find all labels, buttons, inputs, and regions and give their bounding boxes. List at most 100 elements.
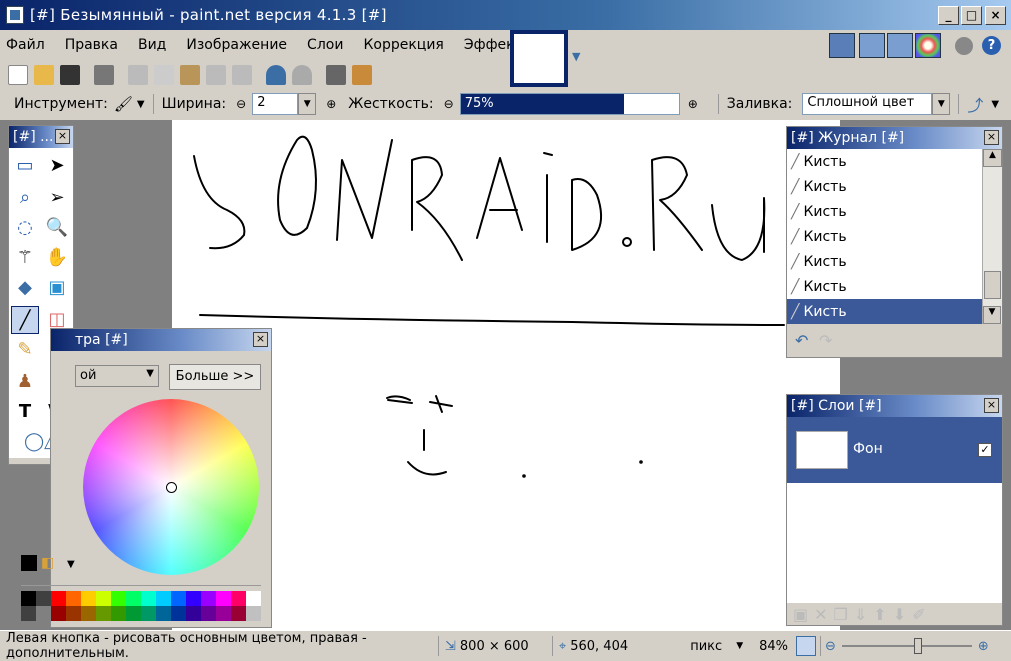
units-dropdown-icon[interactable]: ▼ <box>736 641 743 651</box>
menu-adjustments[interactable]: Коррекция <box>363 37 443 53</box>
lasso-select-icon[interactable]: ⌕ <box>11 184 39 212</box>
history-redo-icon[interactable]: ↷ <box>819 331 832 350</box>
ruler-icon[interactable] <box>352 65 372 85</box>
scroll-down-icon[interactable]: ▼ <box>983 306 1001 324</box>
layer-row[interactable]: Фон ✓ <box>787 417 1002 483</box>
clone-stamp-icon[interactable]: ♟ <box>11 368 39 396</box>
scroll-up-icon[interactable]: ▲ <box>983 149 1002 167</box>
move-layer-down-icon[interactable]: ⬇ <box>893 605 906 624</box>
minimize-button[interactable]: _ <box>938 6 959 25</box>
palette-menu-arrow-icon[interactable]: ▼ <box>67 559 75 570</box>
zoom-icon[interactable]: 🔍 <box>43 214 71 242</box>
colors-window-icon[interactable] <box>915 33 941 58</box>
pencil-icon[interactable]: ✎ <box>11 336 39 364</box>
move-selection-icon[interactable]: ➢ <box>43 184 71 212</box>
new-file-icon[interactable] <box>8 65 28 85</box>
undo-icon[interactable] <box>266 65 286 85</box>
settings-gear-icon[interactable] <box>955 37 973 55</box>
menu-file[interactable]: Файл <box>6 37 45 53</box>
paintbrush-icon[interactable]: ╱ <box>11 306 39 334</box>
layers-window-icon[interactable] <box>887 33 913 58</box>
crop-icon[interactable] <box>206 65 226 85</box>
image-tab-thumbnail[interactable] <box>510 30 568 87</box>
color-wheel-cursor[interactable] <box>166 482 177 493</box>
print-icon[interactable] <box>94 65 114 85</box>
delete-layer-icon[interactable]: ✕ <box>814 605 827 624</box>
scroll-thumb[interactable] <box>984 271 1001 299</box>
save-icon[interactable] <box>60 65 80 85</box>
palette-panel-close-button[interactable]: × <box>253 332 268 347</box>
layers-panel-close-button[interactable]: × <box>984 398 999 413</box>
history-item[interactable]: ╱ Кисть <box>787 224 982 249</box>
history-item[interactable]: ╱ Кисть <box>787 199 982 224</box>
hardness-increase-icon[interactable]: ⊕ <box>688 97 698 111</box>
deselect-icon[interactable] <box>232 65 252 85</box>
add-layer-icon[interactable]: ▣ <box>793 605 808 624</box>
paste-icon[interactable] <box>180 65 200 85</box>
width-decrease-icon[interactable]: ⊖ <box>236 97 246 111</box>
primary-color-swatch[interactable] <box>21 555 37 571</box>
antialiasing-icon[interactable]: ⤴ <box>967 92 983 116</box>
units-select[interactable]: пикс <box>690 639 722 654</box>
zoom-to-window-icon[interactable] <box>796 636 817 656</box>
zoom-slider-thumb[interactable] <box>913 638 922 654</box>
history-scrollbar[interactable]: ▲ ▼ <box>982 149 1002 324</box>
hardness-decrease-icon[interactable]: ⊖ <box>444 97 454 111</box>
gradient-icon[interactable]: ▣ <box>43 274 71 302</box>
tools-window-icon[interactable] <box>829 33 855 58</box>
menu-image[interactable]: Изображение <box>186 37 287 53</box>
move-selected-pixels-icon[interactable]: ➤ <box>43 152 71 180</box>
layers-panel-title: [#] Слои [#] <box>791 398 882 414</box>
primary-secondary-select[interactable]: ой ▼ <box>75 365 159 387</box>
menu-edit[interactable]: Правка <box>65 37 118 53</box>
pan-hand-icon[interactable]: ✋ <box>43 244 71 272</box>
menu-layers[interactable]: Слои <box>307 37 343 53</box>
history-item[interactable]: ╱ Кисть <box>787 174 982 199</box>
hardness-slider[interactable]: 75% <box>459 93 680 115</box>
duplicate-layer-icon[interactable]: ❐ <box>834 605 848 624</box>
palette-menu-icon[interactable]: ◧ <box>41 555 59 573</box>
layer-properties-icon[interactable]: ✐ <box>912 605 925 624</box>
zoom-slider[interactable] <box>841 636 972 656</box>
width-increase-icon[interactable]: ⊕ <box>326 97 336 111</box>
layer-visibility-checkbox[interactable]: ✓ <box>978 443 992 457</box>
history-item[interactable]: ╱ Кисть <box>787 149 982 174</box>
fill-dropdown-icon[interactable]: ▼ <box>932 93 951 115</box>
help-icon[interactable]: ? <box>982 36 1001 55</box>
width-dropdown-icon[interactable]: ▼ <box>298 93 317 115</box>
close-button[interactable]: × <box>985 6 1006 25</box>
antialiasing-dropdown-icon[interactable]: ▼ <box>991 99 999 110</box>
rectangle-select-icon[interactable]: ▭ <box>11 152 39 180</box>
paint-bucket-icon[interactable]: ◆ <box>11 274 39 302</box>
move-layer-up-icon[interactable]: ⬆ <box>873 605 886 624</box>
redo-icon[interactable] <box>292 65 312 85</box>
merge-layer-icon[interactable]: ⇓ <box>854 605 867 624</box>
menu-view[interactable]: Вид <box>138 37 166 53</box>
history-item[interactable]: ╱ Кисть <box>787 274 982 299</box>
tab-dropdown-icon[interactable]: ▼ <box>572 50 586 63</box>
history-panel-close-button[interactable]: × <box>984 130 999 145</box>
color-wheel[interactable] <box>83 399 259 575</box>
history-item[interactable]: ╱ Кисть <box>787 249 982 274</box>
zoom-out-icon[interactable]: ⊖ <box>825 639 836 654</box>
magic-wand-icon[interactable]: ⚚ <box>11 244 39 272</box>
zoom-in-icon[interactable]: ⊕ <box>978 639 989 654</box>
history-item-selected[interactable]: ╱ Кисть <box>787 299 982 324</box>
drawing-canvas[interactable] <box>172 120 840 630</box>
grid-icon[interactable] <box>326 65 346 85</box>
history-undo-icon[interactable]: ↶ <box>795 331 808 350</box>
width-input[interactable]: 2 <box>252 93 299 115</box>
history-window-icon[interactable] <box>859 33 885 58</box>
more-button[interactable]: Больше >> <box>169 364 261 390</box>
palette-swatches[interactable] <box>21 591 261 621</box>
cut-icon[interactable] <box>128 65 148 85</box>
ellipse-select-icon[interactable]: ◌ <box>11 214 39 242</box>
tools-panel-close-button[interactable]: × <box>55 129 70 144</box>
text-icon[interactable]: T <box>11 398 39 426</box>
tool-dropdown-arrow-icon[interactable]: ▼ <box>137 99 145 110</box>
fill-select[interactable]: Сплошной цвет <box>802 93 933 115</box>
brush-tool-icon[interactable]: 🖌 <box>114 95 133 113</box>
copy-icon[interactable] <box>154 65 174 85</box>
open-file-icon[interactable] <box>34 65 54 85</box>
maximize-button[interactable]: □ <box>961 6 982 25</box>
